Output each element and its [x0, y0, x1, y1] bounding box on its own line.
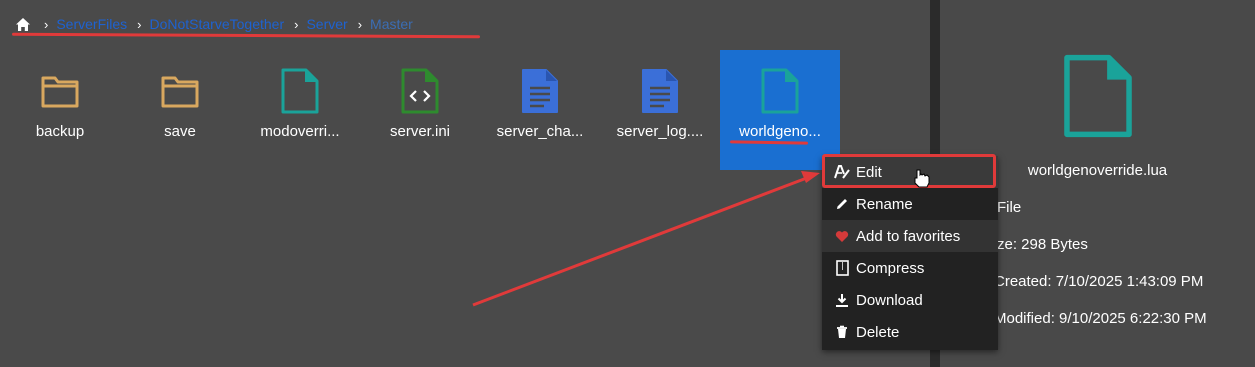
file-name: server_cha... [496, 123, 584, 140]
chevron-right-icon: › [137, 16, 142, 32]
file-name: server_log.... [616, 123, 704, 140]
file-name: worldgeno... [739, 123, 821, 140]
file-item-save[interactable]: save [120, 50, 240, 170]
details-type: File [997, 199, 1022, 216]
file-name: save [164, 123, 196, 140]
chevron-right-icon: › [294, 16, 299, 32]
menu-item-label: Add to favorites [856, 227, 961, 245]
file-icon [281, 68, 319, 114]
file-name: server.ini [389, 123, 451, 140]
trash-icon [834, 324, 850, 340]
breadcrumb-item-serverfiles[interactable]: ServerFiles [56, 16, 127, 32]
menu-item-label: Delete [856, 323, 900, 341]
home-icon[interactable] [12, 13, 34, 35]
pencil-icon [834, 196, 850, 212]
file-icon [761, 68, 799, 114]
annotation-highlight-box [822, 154, 996, 188]
file-item-worldgenoverride[interactable]: worldgeno... [720, 50, 840, 170]
menu-item-label: Rename [856, 195, 913, 213]
menu-item-label: Compress [856, 259, 925, 277]
heart-icon [834, 228, 850, 244]
details-size: ze: 298 Bytes [997, 236, 1088, 253]
details-created: Created: 7/10/2025 1:43:09 PM [994, 273, 1204, 290]
menu-item-label: Download [856, 291, 923, 309]
file-item-modoverrides[interactable]: modoverri... [240, 50, 360, 170]
download-icon [834, 292, 850, 308]
menu-item-delete[interactable]: Delete [822, 316, 998, 348]
code-file-icon [401, 68, 439, 114]
archive-icon [834, 260, 850, 276]
file-name: modoverri... [260, 123, 340, 140]
text-file-icon [642, 69, 678, 113]
menu-item-add-to-favorites[interactable]: Add to favorites [822, 220, 998, 252]
file-item-server-ini[interactable]: server.ini [360, 50, 480, 170]
menu-item-download[interactable]: Download [822, 284, 998, 316]
file-item-server-log[interactable]: server_log.... [600, 50, 720, 170]
chevron-right-icon: › [357, 16, 363, 32]
folder-icon [161, 76, 199, 108]
breadcrumb-item-donotstarvetogether[interactable]: DoNotStarveTogether [149, 16, 284, 32]
file-item-server-chat[interactable]: server_cha... [480, 50, 600, 170]
file-name: backup [35, 123, 85, 140]
text-file-icon [522, 69, 558, 113]
breadcrumb-item-server[interactable]: Server [306, 16, 347, 32]
chevron-right-icon: › [44, 16, 49, 32]
menu-item-compress[interactable]: Compress [822, 252, 998, 284]
breadcrumb-current: Master [370, 16, 413, 32]
menu-item-rename[interactable]: Rename [822, 188, 998, 220]
file-icon [1064, 54, 1132, 138]
file-grid: backup save modoverri... server.ini serv… [0, 50, 930, 170]
details-modified: Modified: 9/10/2025 6:22:30 PM [994, 310, 1207, 327]
file-item-backup[interactable]: backup [0, 50, 120, 170]
folder-icon [41, 76, 79, 108]
